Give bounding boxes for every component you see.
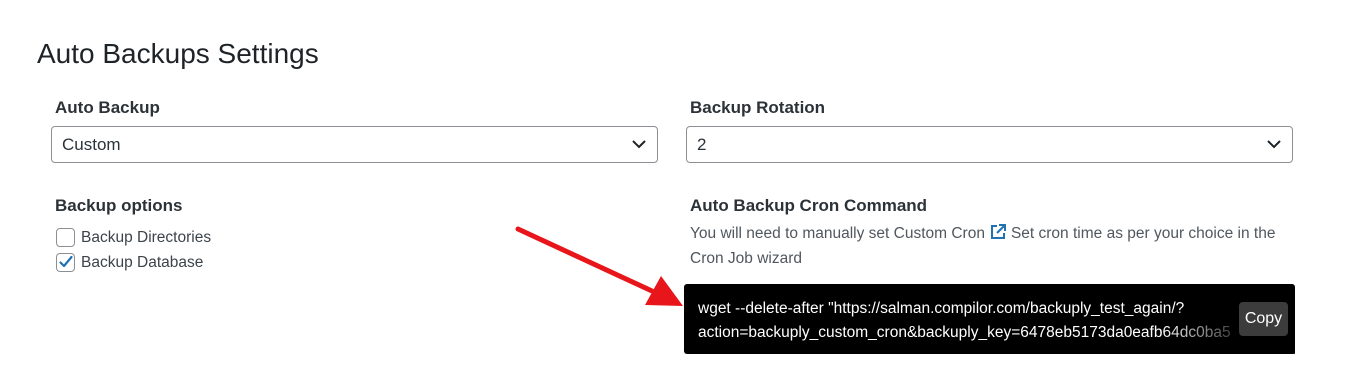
annotation-arrow-icon bbox=[515, 226, 683, 306]
auto-backups-settings-page: Auto Backups Settings Auto Backup Custom… bbox=[0, 0, 1345, 384]
